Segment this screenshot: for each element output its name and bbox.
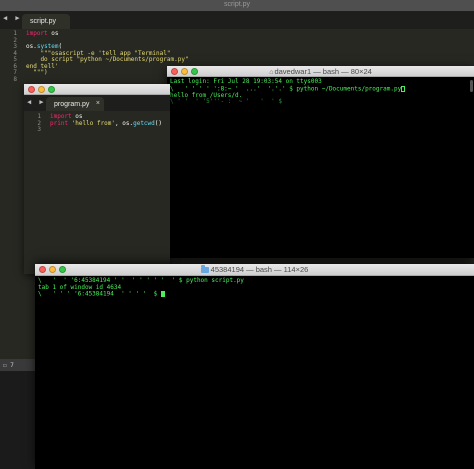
code-editor[interactable]: import os os.system( """osascript -e 'te… xyxy=(26,30,189,77)
tab-nav-arrows-icon[interactable]: ◀ ▶ xyxy=(27,98,46,106)
line-number: 3 xyxy=(37,126,41,133)
close-icon[interactable] xyxy=(171,67,178,75)
line-number-gutter: 1 2 3 4 5 6 7 8 xyxy=(0,30,22,91)
program-window-titlebar[interactable] xyxy=(24,84,170,95)
function-name: system xyxy=(36,43,59,50)
code-line-2: print 'hello from', os.getcwd() xyxy=(50,119,163,128)
window-controls xyxy=(28,84,55,94)
folder-icon xyxy=(200,265,209,273)
terminal-titlebar[interactable]: 45384194 — bash — 114×26 xyxy=(35,264,474,276)
close-icon[interactable] xyxy=(28,85,35,93)
terminal-title: 45384194 — bash — 114×26 xyxy=(210,265,309,274)
tab-close-icon[interactable]: × xyxy=(96,100,100,107)
tab-nav-arrows-icon[interactable]: ◀ ▶ xyxy=(3,14,22,22)
text-cursor xyxy=(160,291,165,298)
zoom-icon[interactable] xyxy=(191,67,198,75)
sublime-lower-panel xyxy=(0,371,37,469)
code-text: os xyxy=(47,30,59,37)
terminal-output[interactable]: Last login: Fri Jul 28 19:03:54 on ttys0… xyxy=(167,77,474,258)
sublime-tabbar: ◀ ▶ script.py xyxy=(0,11,474,29)
code-text: () xyxy=(154,119,163,127)
window-controls xyxy=(39,264,66,275)
minimize-icon[interactable] xyxy=(49,266,56,273)
line-number: 8 xyxy=(13,75,17,83)
code-text: os. xyxy=(26,43,37,50)
close-icon[interactable] xyxy=(39,266,46,273)
text-cursor xyxy=(401,85,406,92)
terminal-line: \ ' ' ' '5'''- : ~ ' ' ' $ xyxy=(170,98,286,106)
string-literal: 'hello from' xyxy=(68,119,116,127)
minimize-icon[interactable] xyxy=(181,67,188,75)
code-text: , os. xyxy=(115,119,134,127)
code-text: ( xyxy=(58,43,63,50)
terminal-scrollbar[interactable] xyxy=(470,80,473,92)
zoom-icon[interactable] xyxy=(59,266,66,273)
terminal-titlebar[interactable]: ⌂davedwar1 — bash — 80×24 xyxy=(167,66,474,77)
tab-label: script.py xyxy=(30,18,57,25)
sublime-window-title: script.py xyxy=(223,1,251,8)
code-editor[interactable]: import os print 'hello from', os.getcwd() xyxy=(50,113,163,134)
minimize-icon[interactable] xyxy=(38,85,45,93)
tab-program-py[interactable]: program.py × xyxy=(46,97,104,111)
line-number-gutter: 1 2 3 xyxy=(24,113,46,136)
sublime-statusbar: ☐ 7 xyxy=(0,359,37,371)
tab-label: program.py xyxy=(54,101,90,108)
keyword-import: import xyxy=(26,30,48,37)
sublime-titlebar: script.py xyxy=(0,0,474,11)
terminal-line-text: \ ' ' ' '6:45384194 ' ' ' ' $ xyxy=(38,290,161,298)
window-controls xyxy=(171,66,198,76)
terminal-window-80x24: ⌂davedwar1 — bash — 80×24 Last login: Fr… xyxy=(167,66,474,258)
terminal-window-114x26: 45384194 — bash — 114×26 \ ' ' '6:453841… xyxy=(35,264,474,469)
terminal-line: \ ' ' ' '6:45384194 ' ' ' ' $ xyxy=(38,291,471,298)
tab-script-py[interactable]: script.py xyxy=(22,14,70,29)
sublime-program-window: ◀ ▶ program.py × 1 2 3 import os print 'h… xyxy=(24,84,170,274)
terminal-output[interactable]: \ ' ' '6:45384194 ' ' ' ' ' ' ' ' $ pyth… xyxy=(35,276,474,469)
program-tabbar: ◀ ▶ program.py × xyxy=(24,95,170,111)
code-line-7: """) xyxy=(26,69,48,76)
function-name: getcwd xyxy=(133,119,155,127)
zoom-icon[interactable] xyxy=(48,85,55,93)
terminal-title: davedwar1 — bash — 80×24 xyxy=(274,67,372,76)
